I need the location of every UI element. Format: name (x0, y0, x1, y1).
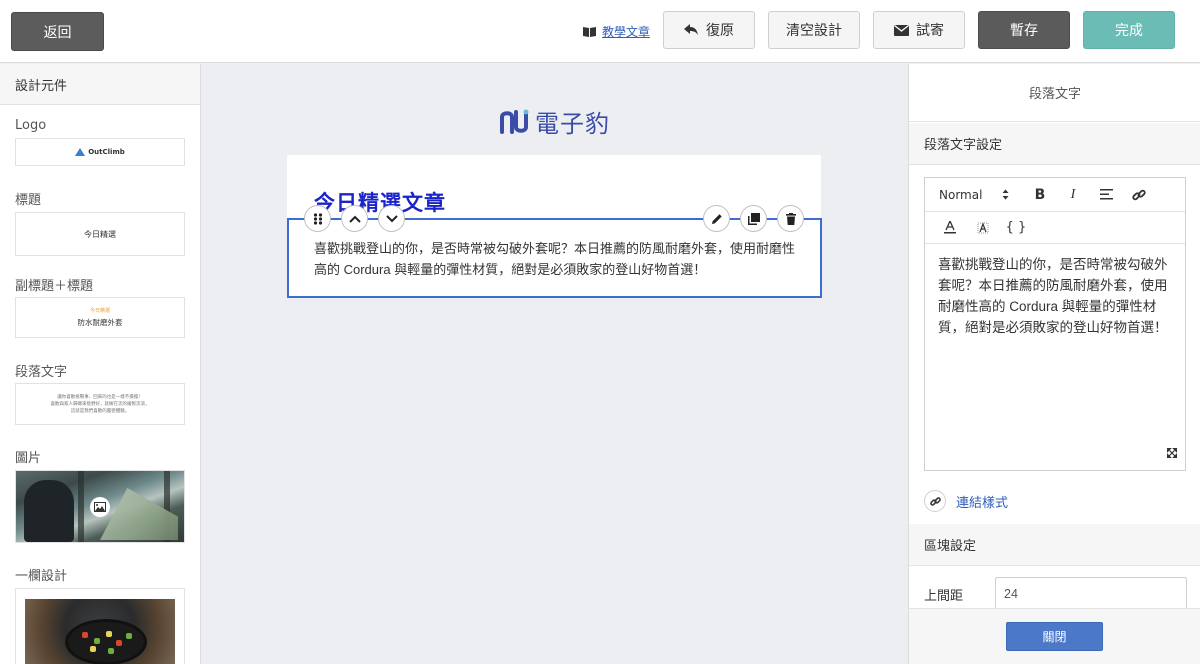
paragraph-preview: 讓你喜歡挑戰事，回來的也是一樣不擔擔！ 喜歡與家人歸鄉來接野好，就擁在流的繪製流… (16, 384, 184, 424)
bold-button[interactable]: B (1029, 184, 1051, 206)
back-label: 返回 (43, 24, 72, 41)
clear-design-button[interactable]: 清空設計 (768, 11, 860, 49)
back-button[interactable]: 返回 (11, 12, 104, 51)
italic-button[interactable]: I (1062, 184, 1084, 206)
text-settings-header: 段落文字設定 (909, 123, 1200, 165)
image-icon (90, 496, 110, 517)
brand-logo: 電子豹 (499, 104, 610, 139)
undo-icon (684, 24, 699, 36)
editor-toolbar-row-2: { } (925, 212, 1185, 244)
highlight-icon (977, 221, 989, 233)
chevron-up-icon (348, 215, 361, 223)
photo-tree (78, 471, 84, 542)
rich-text-editor: Normal B I { } 喜歡挑戰登山的你，是否時常被勾破外套呢？本日推薦的… (924, 177, 1186, 471)
logo-preview: OutClimb (16, 139, 184, 165)
text-color-icon (944, 221, 956, 234)
undo-label: 復原 (706, 23, 734, 39)
component-label-logo: Logo (15, 118, 47, 133)
email-paragraph[interactable]: 喜歡挑戰登山的你，是否時常被勾破外套呢？本日推薦的防風耐磨外套，使用耐磨性高的 … (314, 238, 804, 280)
done-label: 完成 (1115, 23, 1143, 39)
brand-text: 電子豹 (535, 110, 610, 138)
photo-person (24, 480, 74, 542)
format-select[interactable]: Normal (939, 188, 1009, 202)
one-column-photo (25, 599, 175, 664)
editor-toolbar-row-1: Normal B I (925, 178, 1185, 212)
photo-pan (65, 619, 147, 664)
code-button[interactable]: { } (1005, 217, 1027, 239)
save-draft-label: 暫存 (1010, 23, 1038, 39)
component-one-column[interactable] (15, 588, 185, 664)
link-style-icon (924, 490, 946, 512)
format-select-value: Normal (939, 187, 983, 202)
paragraph-preview-line: 讓你喜歡挑戰事，回來的也是一樣不擔擔！ (57, 394, 143, 400)
panel-title: 段落文字 (909, 64, 1200, 122)
component-title[interactable]: 今日精選 (15, 212, 185, 256)
move-down-button[interactable] (378, 205, 405, 232)
panel-footer: 關閉 (909, 608, 1200, 664)
bold-icon: B (1034, 186, 1046, 203)
test-send-button[interactable]: 試寄 (873, 11, 965, 49)
top-toolbar: 返回 教學文章 復原 清空設計 試寄 暫存 完成 (0, 0, 1200, 63)
text-color-button[interactable] (939, 217, 961, 239)
component-logo[interactable]: OutClimb (15, 138, 185, 166)
subtitle-title-preview: 今日精選 防水耐磨外套 (16, 298, 184, 337)
logo-preview-text: OutClimb (88, 148, 125, 156)
component-label-paragraph: 段落文字 (15, 365, 68, 380)
top-margin-label: 上間距 (924, 589, 964, 604)
properties-panel: 段落文字 段落文字設定 Normal B I { } 喜歡挑戰登山的你，是否時常… (908, 64, 1200, 664)
subtitle-preview-text: 今日精選 (89, 308, 110, 314)
paragraph-preview-line: 這就是我們喜歡的露營體驗。 (70, 408, 130, 414)
components-sidebar: 設計元件 Logo OutClimb 標題 今日精選 副標題＋標題 今日精選 防… (0, 64, 201, 664)
drag-handle[interactable] (304, 205, 331, 232)
top-margin-input[interactable] (995, 577, 1187, 611)
select-arrows-icon (1002, 189, 1009, 200)
link-button[interactable] (1128, 184, 1150, 206)
move-up-button[interactable] (341, 205, 368, 232)
book-icon (583, 26, 596, 37)
delete-block-button[interactable] (777, 205, 804, 232)
background-color-button[interactable] (972, 217, 994, 239)
tutorial-link[interactable]: 教學文章 (583, 22, 650, 40)
trash-icon (785, 212, 796, 225)
title-preview: 今日精選 (84, 229, 116, 239)
close-panel-button[interactable]: 關閉 (1006, 622, 1103, 651)
mountain-icon (75, 148, 86, 156)
component-image[interactable] (15, 470, 185, 543)
expand-editor-button[interactable] (1166, 443, 1178, 462)
link-style-label: 連結樣式 (956, 495, 1009, 511)
link-icon (1132, 189, 1146, 200)
align-left-icon (1099, 189, 1113, 200)
envelope-icon (894, 24, 909, 36)
block-settings-header: 區塊設定 (909, 524, 1200, 566)
test-send-label: 試寄 (916, 23, 944, 39)
align-button[interactable] (1095, 184, 1117, 206)
code-icon: { } (1005, 220, 1027, 235)
paragraph-preview-line: 喜歡與家人歸鄉來接野好，就擁在流的繪製流浪， (50, 401, 150, 407)
sidebar-header: 設計元件 (0, 64, 200, 105)
brand-mark-icon (500, 109, 529, 134)
link-style-button[interactable]: 連結樣式 (924, 490, 1008, 512)
chevron-down-icon (385, 214, 398, 222)
undo-button[interactable]: 復原 (663, 11, 755, 49)
component-paragraph[interactable]: 讓你喜歡挑戰事，回來的也是一樣不擔擔！ 喜歡與家人歸鄉來接野好，就擁在流的繪製流… (15, 383, 185, 425)
clear-design-label: 清空設計 (786, 23, 842, 39)
done-button[interactable]: 完成 (1083, 11, 1175, 49)
editor-body[interactable]: 喜歡挑戰登山的你，是否時常被勾破外套呢？本日推薦的防風耐磨外套，使用耐磨性高的 … (925, 244, 1185, 348)
tutorial-link-label: 教學文章 (602, 24, 651, 39)
drag-dots-icon (313, 212, 322, 225)
duplicate-block-button[interactable] (740, 205, 767, 232)
save-draft-button[interactable]: 暫存 (978, 11, 1070, 49)
title-preview-text: 防水耐磨外套 (77, 318, 123, 327)
component-label-image: 圖片 (15, 451, 42, 466)
component-subtitle-title[interactable]: 今日精選 防水耐磨外套 (15, 297, 185, 338)
component-label-title: 標題 (15, 193, 42, 208)
expand-icon (1166, 447, 1178, 459)
component-label-one-column: 一欄設計 (15, 569, 68, 584)
close-panel-label: 關閉 (1042, 630, 1067, 644)
pencil-icon (711, 213, 722, 224)
component-label-subtitle-title: 副標題＋標題 (15, 279, 94, 294)
italic-icon: I (1070, 186, 1076, 202)
edit-block-button[interactable] (703, 205, 730, 232)
copy-icon (747, 212, 760, 225)
